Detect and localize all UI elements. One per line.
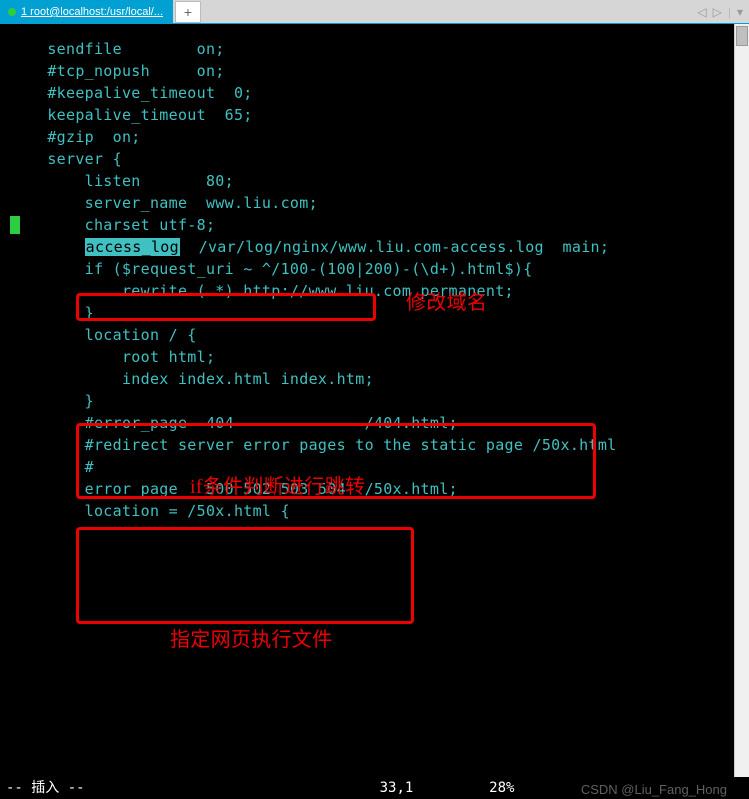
code-line: listen 80; [0, 170, 749, 192]
code-line: #error_page 404 /404.html; [0, 412, 749, 434]
code-line: # [0, 456, 749, 478]
code-line: error_page 500 502 503 504 /50x.html; [0, 478, 749, 500]
annotation-box [76, 527, 414, 624]
tab-bar: 1 root@localhost:/usr/local/... + ◁ ▷ | … [0, 0, 749, 24]
code-line: #tcp_nopush on; [0, 60, 749, 82]
code-line: #gzip on; [0, 126, 749, 148]
terminal-tab[interactable]: 1 root@localhost:/usr/local/... [0, 0, 173, 23]
vim-mode: -- 插入 -- [6, 780, 85, 796]
code-line: #keepalive_timeout 0; [0, 82, 749, 104]
tab-title: 1 root@localhost:/usr/local/... [21, 6, 163, 18]
code-line: #redirect server error pages to the stat… [0, 434, 749, 456]
code-line: server { [0, 148, 749, 170]
code-line: root html; [0, 346, 749, 368]
code-line: location / { [0, 324, 749, 346]
cursor-indicator [10, 216, 20, 234]
code-line: index index.html index.htm; [0, 368, 749, 390]
prev-tab-icon[interactable]: ◁ [697, 5, 706, 19]
code-line: } [0, 302, 749, 324]
code-line: charset utf-8; [0, 214, 749, 236]
code-line: server_name www.liu.com; [0, 192, 749, 214]
scroll-percent: 28% [489, 780, 514, 796]
tab-nav: ◁ ▷ | ▾ [697, 0, 749, 23]
terminal-viewport[interactable]: sendfile on; #tcp_nopush on; #keepalive_… [0, 24, 749, 777]
status-dot-icon [8, 8, 16, 16]
scrollbar-thumb[interactable] [736, 26, 748, 46]
scrollbar[interactable] [734, 24, 749, 799]
new-tab-button[interactable]: + [175, 1, 201, 23]
tab-menu-icon[interactable]: ▾ [737, 5, 743, 19]
code-line: location = /50x.html { [0, 500, 749, 522]
code-line: } [0, 390, 749, 412]
code-line: sendfile on; [0, 38, 749, 60]
code-line: access_log /var/log/nginx/www.liu.com-ac… [0, 236, 749, 258]
highlighted-text: access_log [85, 238, 180, 256]
watermark: CSDN @Liu_Fang_Hong [581, 782, 727, 797]
cursor-position: 33,1 [380, 780, 414, 796]
code-line: if ($request_uri ~ ^/100-(100|200)-(\d+)… [0, 258, 749, 280]
annotation-label: 指定网页执行文件 [170, 629, 332, 651]
next-tab-icon[interactable]: ▷ [713, 5, 722, 19]
code-line: keepalive_timeout 65; [0, 104, 749, 126]
code-line: rewrite (.*) http://www.liu.com permanen… [0, 280, 749, 302]
